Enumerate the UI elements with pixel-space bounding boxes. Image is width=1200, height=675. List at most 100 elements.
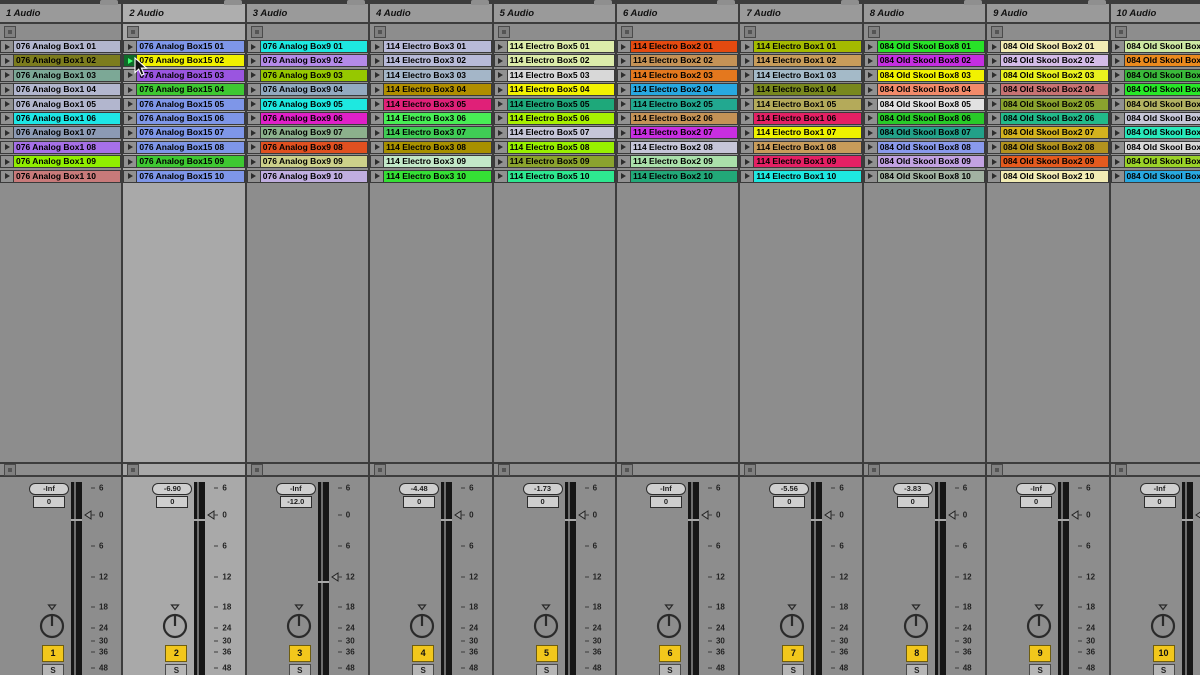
clip-play-button[interactable] — [371, 84, 384, 95]
pan-knob[interactable] — [407, 603, 437, 641]
volume-fader[interactable] — [441, 482, 452, 675]
clip-play-button[interactable] — [988, 156, 1001, 167]
clip-play-button[interactable] — [1112, 127, 1125, 138]
clip-slot[interactable]: 114 Electro Box1 01 — [740, 40, 861, 53]
solo-button[interactable]: S — [536, 664, 558, 675]
track-body[interactable] — [617, 184, 738, 462]
fader-handle[interactable] — [1058, 519, 1069, 521]
clip-play-button[interactable] — [988, 99, 1001, 110]
clip-slot[interactable]: 084 Old Skool Box8 01 — [864, 40, 985, 53]
clip-play-button[interactable] — [495, 41, 508, 52]
clip-play-button[interactable] — [371, 55, 384, 66]
clip-slot[interactable]: 076 Analog Box1 03 — [0, 69, 121, 82]
clip-slot[interactable]: 114 Electro Box3 03 — [370, 69, 491, 82]
clip-slot[interactable]: 084 Old Skool Box8 02 — [864, 54, 985, 67]
clip-play-button[interactable] — [495, 142, 508, 153]
volume-value-display[interactable]: 0 — [897, 496, 929, 508]
track-header[interactable]: 4 Audio — [370, 0, 491, 24]
clip-play-button[interactable] — [988, 84, 1001, 95]
track-body[interactable] — [370, 184, 491, 462]
solo-button[interactable]: S — [659, 664, 681, 675]
clip-play-button[interactable] — [865, 70, 878, 81]
clip-slot[interactable]: 084 Old Skool Box2 05 — [987, 98, 1108, 111]
empty-clip-slot[interactable] — [617, 24, 738, 40]
clip-play-button[interactable] — [741, 41, 754, 52]
clip-stop-icon[interactable] — [374, 26, 386, 38]
clip-slot[interactable]: 084 Old Skool Box8 09 — [864, 155, 985, 168]
clip-slot[interactable]: 076 Analog Box1 06 — [0, 112, 121, 125]
clip-slot[interactable]: 114 Electro Box2 08 — [617, 141, 738, 154]
track-activator-button[interactable]: 4 — [412, 645, 434, 662]
track-activator-button[interactable]: 2 — [165, 645, 187, 662]
clip-stop-icon[interactable] — [868, 26, 880, 38]
empty-clip-slot[interactable] — [1111, 24, 1200, 40]
clip-slot[interactable]: 076 Analog Box1 10 — [0, 170, 121, 183]
clip-play-button[interactable] — [495, 99, 508, 110]
clip-slot[interactable]: 084 Old Skool Box8 04 — [864, 83, 985, 96]
clip-slot[interactable]: 114 Electro Box2 04 — [617, 83, 738, 96]
clip-play-button[interactable] — [495, 171, 508, 182]
track-body[interactable] — [494, 184, 615, 462]
clip-slot[interactable]: 076 Analog Box9 01 — [247, 40, 368, 53]
clip-slot[interactable]: 076 Analog Box9 07 — [247, 126, 368, 139]
clip-slot[interactable]: 114 Electro Box3 07 — [370, 126, 491, 139]
clip-slot[interactable]: 114 Electro Box3 02 — [370, 54, 491, 67]
clip-play-button[interactable] — [248, 41, 261, 52]
clip-play-button[interactable] — [371, 171, 384, 182]
clip-play-button[interactable] — [988, 171, 1001, 182]
clip-play-button[interactable] — [618, 171, 631, 182]
clip-slot[interactable]: 114 Electro Box1 05 — [740, 98, 861, 111]
clip-play-button[interactable] — [618, 41, 631, 52]
pan-knob[interactable] — [654, 603, 684, 641]
track-header[interactable]: 9 Audio — [987, 0, 1108, 24]
clip-play-button[interactable] — [124, 171, 137, 182]
clip-play-button[interactable] — [865, 171, 878, 182]
clip-play-button[interactable] — [741, 113, 754, 124]
clip-play-button[interactable] — [371, 41, 384, 52]
solo-button[interactable]: S — [42, 664, 64, 675]
clip-slot[interactable]: 076 Analog Box9 03 — [247, 69, 368, 82]
clip-play-button[interactable] — [495, 156, 508, 167]
clip-play-button[interactable] — [124, 113, 137, 124]
clip-stop-icon[interactable] — [621, 26, 633, 38]
clip-play-button[interactable] — [741, 156, 754, 167]
fader-handle[interactable] — [688, 519, 699, 521]
pan-knob[interactable] — [1148, 603, 1178, 641]
clip-slot[interactable]: 084 Old Skool Box8 06 — [864, 112, 985, 125]
clip-slot[interactable]: 076 Analog Box9 10 — [247, 170, 368, 183]
clip-play-button[interactable] — [495, 127, 508, 138]
clip-play-button[interactable] — [618, 84, 631, 95]
clip-play-button[interactable] — [1112, 156, 1125, 167]
pan-knob[interactable] — [37, 603, 67, 641]
clip-slot[interactable]: 076 Analog Box15 08 — [123, 141, 244, 154]
stop-all-clips-button[interactable] — [868, 464, 880, 476]
clip-slot[interactable]: 076 Analog Box9 09 — [247, 155, 368, 168]
clip-slot[interactable]: 114 Electro Box3 05 — [370, 98, 491, 111]
volume-fader[interactable] — [565, 482, 576, 675]
track-body[interactable] — [987, 184, 1108, 462]
clip-slot[interactable]: 076 Analog Box15 03 — [123, 69, 244, 82]
fader-handle[interactable] — [1182, 519, 1193, 521]
clip-play-button[interactable] — [124, 84, 137, 95]
solo-button[interactable]: S — [782, 664, 804, 675]
volume-fader[interactable] — [1058, 482, 1069, 675]
clip-play-button[interactable] — [124, 70, 137, 81]
fader-handle[interactable] — [194, 519, 205, 521]
clip-play-button[interactable] — [248, 127, 261, 138]
clip-play-button[interactable] — [988, 113, 1001, 124]
volume-value-display[interactable]: -12.0 — [280, 496, 312, 508]
clip-slot[interactable]: 076 Analog Box15 01 — [123, 40, 244, 53]
peak-level-display[interactable]: -3.83 — [893, 483, 933, 495]
track-activator-button[interactable]: 9 — [1029, 645, 1051, 662]
clip-play-button[interactable] — [1, 156, 14, 167]
clip-play-button[interactable] — [1112, 142, 1125, 153]
clip-play-button[interactable] — [865, 113, 878, 124]
clip-play-button[interactable] — [865, 84, 878, 95]
fader-handle[interactable] — [441, 519, 452, 521]
clip-slot[interactable]: 076 Analog Box15 04 — [123, 83, 244, 96]
pan-knob[interactable] — [160, 603, 190, 641]
pan-knob[interactable] — [777, 603, 807, 641]
clip-play-button[interactable] — [495, 55, 508, 66]
track-header[interactable]: 8 Audio — [864, 0, 985, 24]
peak-level-display[interactable]: -5.56 — [769, 483, 809, 495]
